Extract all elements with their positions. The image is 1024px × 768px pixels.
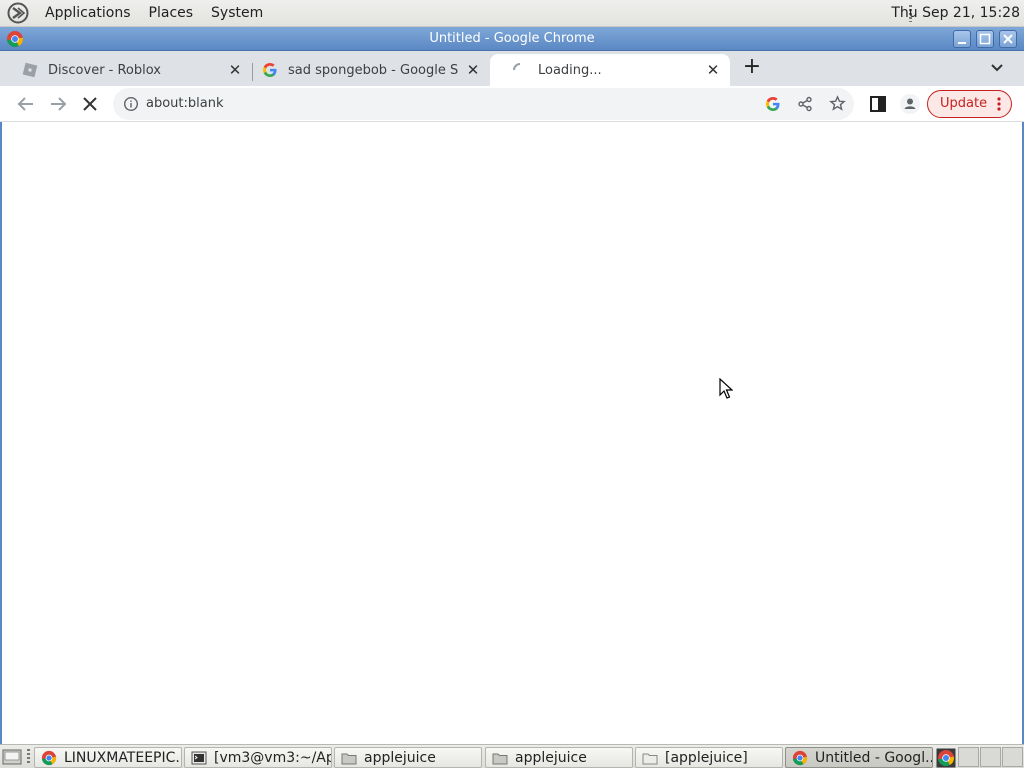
show-desktop-icon[interactable]: [2, 748, 22, 766]
taskbar-item-label: [applejuice]: [665, 749, 748, 766]
taskbar-item-chrome-linuxmate[interactable]: LINUXMATEEPIC...: [34, 747, 182, 768]
applications-menu[interactable]: Applications: [36, 0, 140, 27]
google-lens-icon[interactable]: [765, 96, 781, 112]
more-vert-icon: [997, 97, 1001, 111]
update-label: Update: [940, 96, 988, 111]
address-bar[interactable]: about:blank: [113, 88, 854, 120]
mate-logo-icon[interactable]: [7, 2, 29, 24]
minimize-icon: [958, 42, 966, 44]
folder-icon: [492, 753, 508, 764]
loading-spinner-icon: [513, 63, 521, 71]
taskbar-item-label: applejuice: [364, 749, 436, 766]
system-menu[interactable]: System: [202, 0, 272, 27]
close-window-button[interactable]: [999, 30, 1017, 48]
tab-close-button[interactable]: ✕: [704, 61, 722, 79]
workspace-3[interactable]: [1002, 747, 1023, 767]
taskbar-item-label: [vm3@vm3:~/Ap...: [214, 749, 331, 766]
tab-label: sad spongebob - Google Search: [288, 62, 458, 78]
forward-arrow-icon[interactable]: [46, 92, 70, 116]
update-button[interactable]: Update: [927, 90, 1012, 118]
taskbar-item-folder-applejuice-2[interactable]: applejuice: [485, 747, 633, 768]
taskbar: LINUXMATEEPIC... [vm3@vm3:~/Ap... applej…: [0, 744, 1024, 768]
taskbar-item-label: applejuice: [515, 749, 587, 766]
chrome-launcher-icon[interactable]: [936, 748, 956, 768]
workspace-2[interactable]: [980, 747, 1001, 767]
folder-icon: [642, 753, 658, 764]
workspace-1[interactable]: [958, 747, 979, 767]
share-icon[interactable]: [797, 96, 813, 112]
folder-icon: [341, 753, 357, 764]
clock[interactable]: Thu Sep 21, 15:28: [891, 0, 1020, 27]
taskbar-item-label: LINUXMATEEPIC...: [64, 749, 181, 766]
terminal-icon: [191, 751, 207, 764]
taskbar-item-terminal[interactable]: [vm3@vm3:~/Ap...: [184, 747, 332, 768]
taskbar-item-folder-applejuice-3[interactable]: [applejuice]: [635, 747, 783, 768]
close-icon: [1003, 34, 1013, 44]
new-tab-button[interactable]: +: [740, 55, 764, 79]
back-arrow-icon[interactable]: [14, 92, 38, 116]
page-content[interactable]: [0, 122, 1024, 744]
stop-loading-icon[interactable]: [78, 92, 102, 116]
maximize-button[interactable]: [976, 30, 994, 48]
chrome-icon: [792, 750, 808, 765]
bookmark-star-icon[interactable]: [829, 95, 846, 112]
tab-strip: Discover - Roblox ✕ sad spongebob - Goog…: [0, 51, 1024, 86]
maximize-icon: [979, 33, 991, 45]
taskbar-item-chrome-untitled[interactable]: Untitled - Googl...: [785, 747, 933, 768]
side-panel-icon[interactable]: [866, 92, 890, 116]
tab-loading[interactable]: Loading... ✕: [490, 54, 730, 86]
roblox-icon: [22, 62, 38, 78]
taskbar-grip: [27, 749, 30, 765]
profile-avatar-icon[interactable]: [898, 92, 922, 116]
top-panel: Applications Places System Thu Sep 21, 1…: [0, 0, 1024, 27]
chrome-icon: [41, 750, 57, 765]
tab-label: Loading...: [538, 62, 602, 78]
mouse-cursor-icon: [719, 378, 733, 399]
browser-toolbar: about:blank Update: [0, 86, 1024, 122]
window-title: Untitled - Google Chrome: [429, 31, 595, 46]
chevron-down-icon[interactable]: [988, 58, 1006, 76]
minimize-button[interactable]: [953, 30, 971, 48]
google-icon: [263, 63, 277, 77]
window-titlebar[interactable]: Untitled - Google Chrome: [0, 27, 1024, 51]
places-menu[interactable]: Places: [140, 0, 203, 27]
tab-roblox[interactable]: Discover - Roblox ✕: [0, 54, 252, 86]
url-text[interactable]: about:blank: [146, 88, 224, 120]
tab-close-button[interactable]: ✕: [464, 61, 482, 79]
tab-label: Discover - Roblox: [48, 62, 162, 78]
taskbar-item-label: Untitled - Googl...: [815, 749, 932, 766]
taskbar-item-folder-applejuice[interactable]: applejuice: [334, 747, 482, 768]
tab-google-search[interactable]: sad spongebob - Google Search ✕: [240, 54, 490, 86]
info-icon[interactable]: [123, 96, 139, 112]
